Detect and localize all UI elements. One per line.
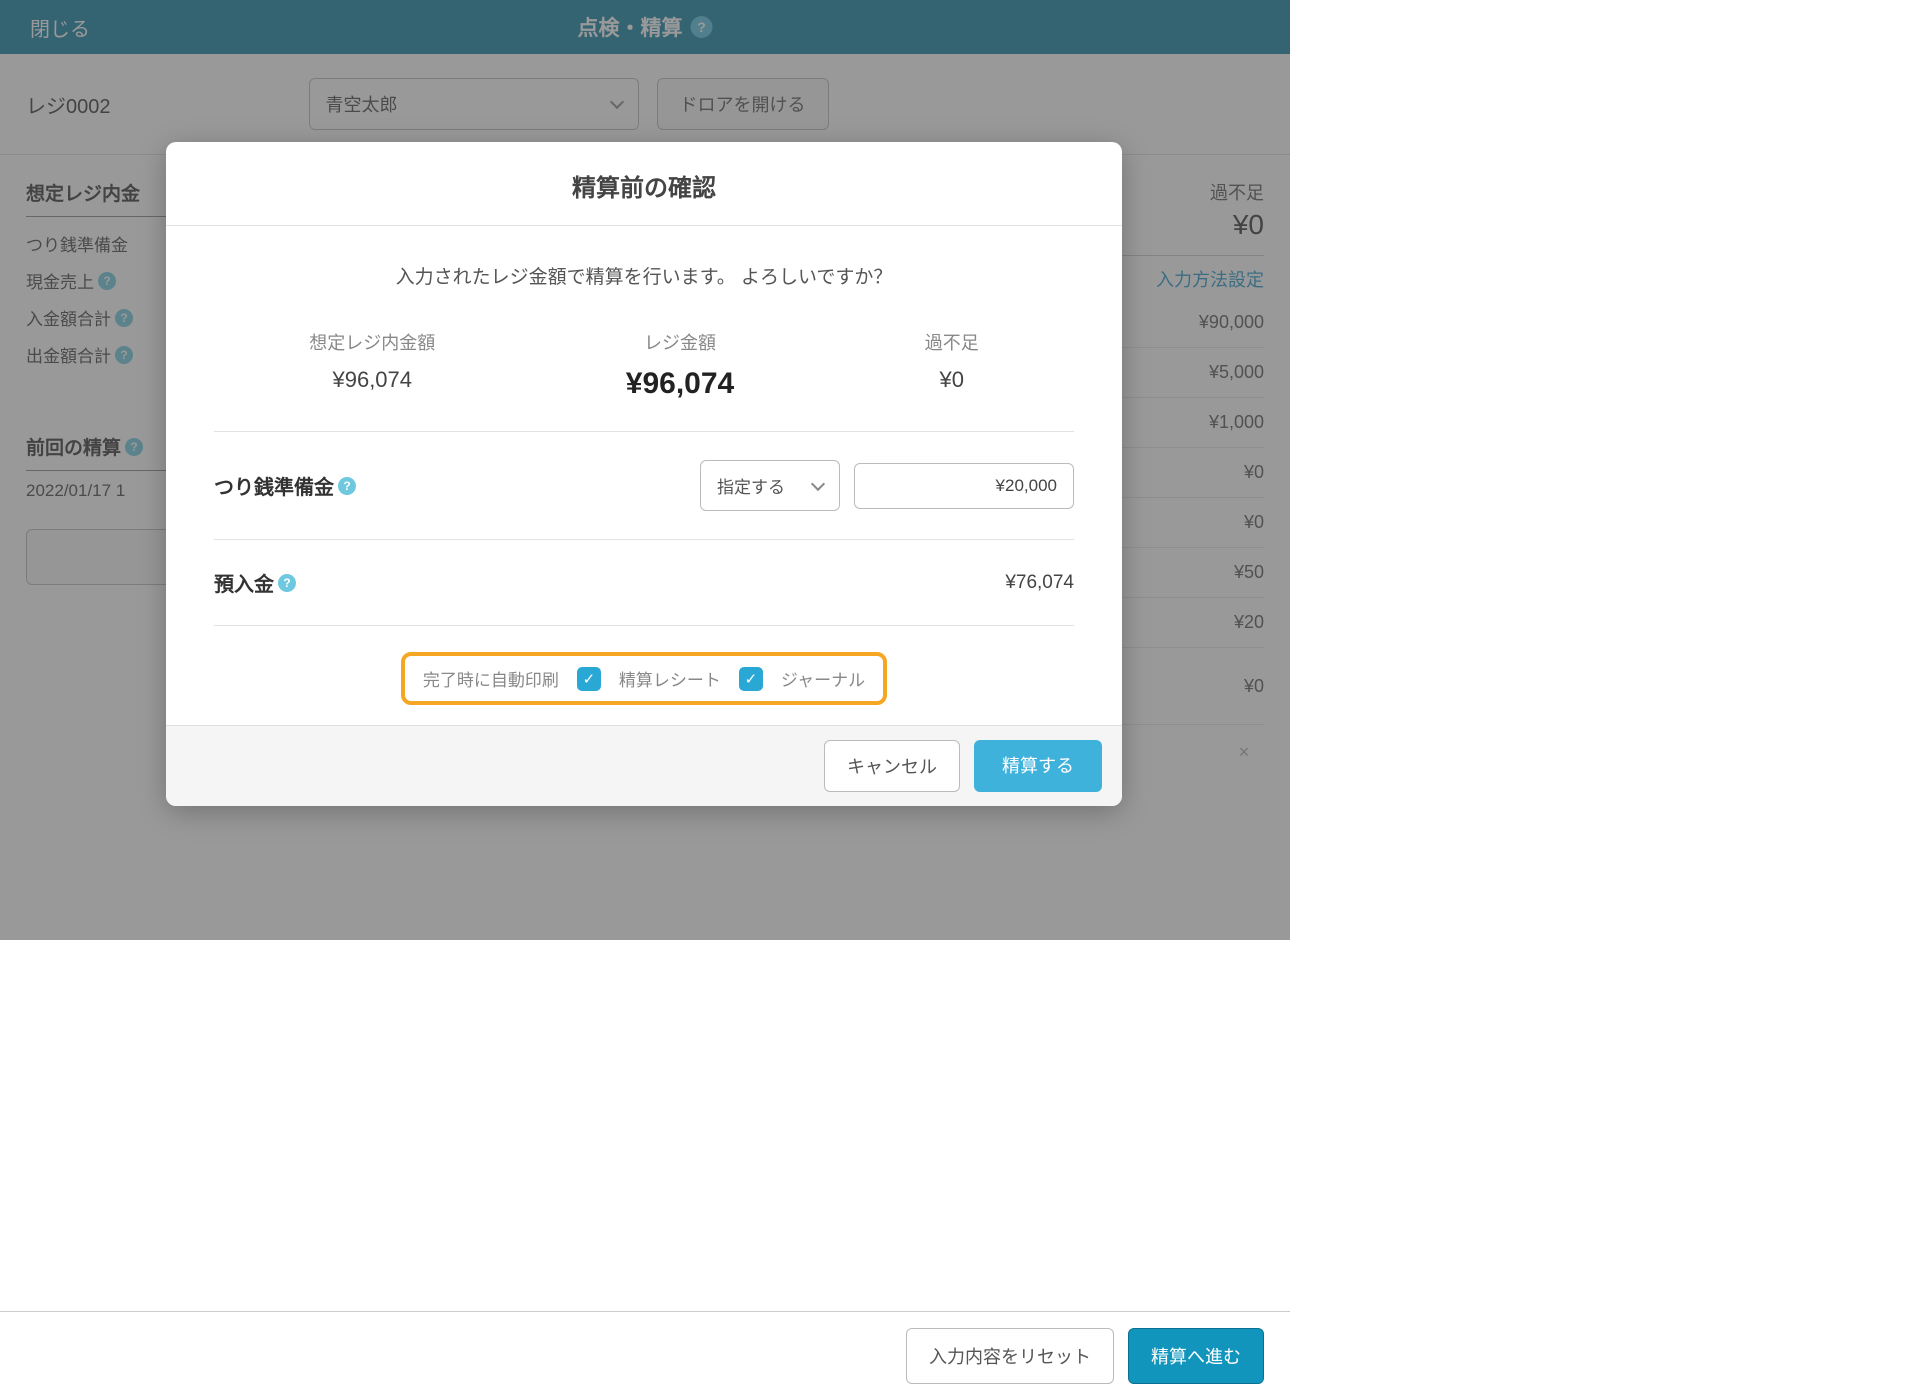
chevron-down-icon [811,476,825,490]
reset-button[interactable]: 入力内容をリセット [906,1328,1114,1384]
deposit-value: ¥76,074 [1005,572,1074,594]
change-reserve-row: つり銭準備金 ? 指定する ¥20,000 [214,432,1074,540]
summary-shortage: 過不足 ¥0 [925,329,979,401]
journal-label: ジャーナル [781,666,865,691]
deposit-row: 預入金 ? ¥76,074 [214,540,1074,626]
proceed-button[interactable]: 精算へ進む [1128,1328,1264,1384]
label: 想定レジ内金額 [309,329,435,355]
text: つり銭準備金 [214,471,334,500]
journal-checkbox[interactable]: ✓ [739,667,763,691]
receipt-checkbox[interactable]: ✓ [577,667,601,691]
value: ¥96,074 [309,367,435,393]
help-icon[interactable]: ? [338,477,356,495]
confirm-button[interactable]: 精算する [974,740,1102,792]
summary-register: レジ金額 ¥96,074 [626,329,734,401]
modal-title: 精算前の確認 [166,142,1122,226]
modal-summary: 想定レジ内金額 ¥96,074 レジ金額 ¥96,074 過不足 ¥0 [214,329,1074,432]
cancel-button[interactable]: キャンセル [824,740,960,792]
help-icon[interactable]: ? [278,574,296,592]
change-select[interactable]: 指定する [700,460,840,511]
confirmation-modal: 精算前の確認 入力されたレジ金額で精算を行います。 よろしいですか？ 想定レジ内… [166,142,1122,806]
footer-bar: 入力内容をリセット 精算へ進む [0,1311,1290,1400]
auto-print-highlight: 完了時に自動印刷 ✓ 精算レシート ✓ ジャーナル [401,652,887,705]
selected: 指定する [717,473,785,498]
change-input[interactable]: ¥20,000 [854,463,1074,509]
receipt-label: 精算レシート [619,666,721,691]
summary-expected: 想定レジ内金額 ¥96,074 [309,329,435,401]
modal-footer: キャンセル 精算する [166,725,1122,806]
label: 過不足 [925,329,979,355]
modal-message: 入力されたレジ金額で精算を行います。 よろしいですか？ [214,262,1074,289]
value: ¥96,074 [626,367,734,401]
text: 預入金 [214,568,274,597]
value: ¥0 [925,367,979,393]
label: レジ金額 [626,329,734,355]
row-label: 預入金 ? [214,568,1005,597]
modal-body: 入力されたレジ金額で精算を行います。 よろしいですか？ 想定レジ内金額 ¥96,… [166,226,1122,725]
print-label: 完了時に自動印刷 [423,666,559,691]
row-label: つり銭準備金 ? [214,471,700,500]
